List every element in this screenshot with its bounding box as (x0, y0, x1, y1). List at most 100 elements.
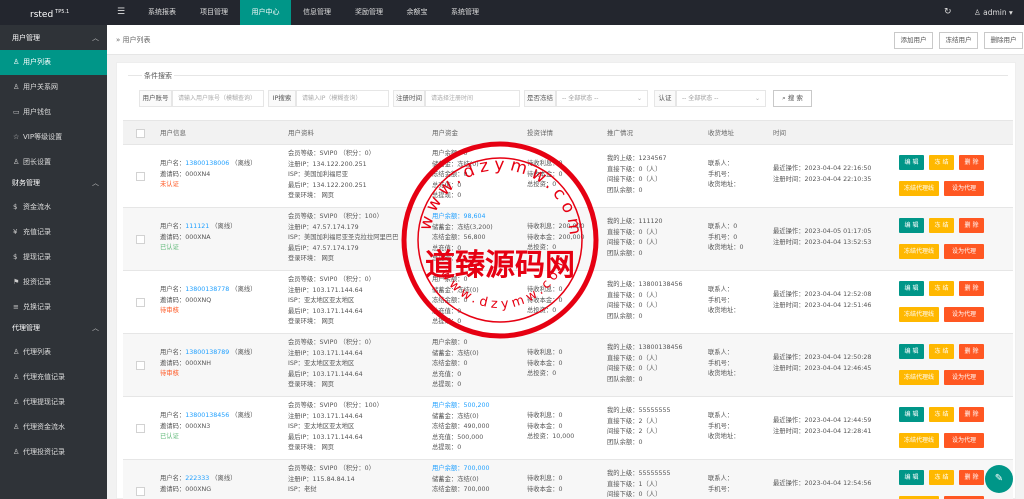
search-button[interactable]: ⌕ 搜 索 (773, 90, 812, 107)
delete-user-button[interactable]: 删除用户 (984, 32, 1023, 49)
nav-tab-reports[interactable]: 系统报表 (136, 0, 188, 25)
auth-status-badge: 已认证 (160, 244, 179, 251)
freeze-agent-button[interactable]: 冻结代理线 (899, 433, 939, 448)
menu-toggle-icon[interactable]: ☰ (117, 0, 125, 25)
edit-button[interactable]: 编 辑 (899, 470, 924, 485)
help-fab-button[interactable]: ✎ (985, 465, 1013, 493)
promo-cell-line: 间接下级：0（人） (607, 239, 662, 246)
profile-cell: 会员等级：SVIP0 （积分：100） 注册IP：47.57.174.179 ISP… (288, 212, 398, 265)
row-checkbox[interactable] (136, 361, 145, 370)
freeze-button[interactable]: 冻 结 (929, 344, 954, 359)
refresh-icon[interactable]: ↻ (944, 0, 952, 25)
user-name-link[interactable]: 13800138789 (185, 349, 229, 356)
nav-tab-rewards[interactable]: 奖励管理 (343, 0, 395, 25)
freeze-agent-button[interactable]: 冻结代理线 (899, 244, 939, 259)
profile-cell-line: ISP：亚太地区亚太地区 (288, 360, 355, 367)
funds-cell-line: 总提现：0 (432, 255, 462, 262)
sidebar-item-label: 提现记录 (23, 253, 51, 261)
edit-button[interactable]: 编 辑 (899, 281, 924, 296)
nav-tab-yuebao[interactable]: 余额宝 (395, 0, 439, 25)
set-agent-button[interactable]: 设为代理 (944, 244, 984, 259)
row-checkbox[interactable] (136, 487, 145, 496)
freeze-button[interactable]: 冻 结 (929, 407, 954, 422)
sidebar-item-user-list[interactable]: ♙ 用户列表 (0, 50, 107, 75)
invite-code: 邀请码：000XN4 (160, 170, 211, 178)
delete-button[interactable]: 删 除 (959, 155, 984, 170)
sidebar-item-agent-flow[interactable]: ♙ 代理资金流水 (0, 415, 107, 440)
freeze-user-button[interactable]: 冻结用户 (939, 32, 978, 49)
profile-cell-line: 最后IP：103.171.144.64 (288, 433, 363, 441)
brand-logo[interactable]: rsted TP5.1 (0, 0, 107, 25)
edit-button[interactable]: 编 辑 (899, 407, 924, 422)
user-name-link[interactable]: 222333 (185, 475, 209, 482)
user-name-link[interactable]: 13800138778 (185, 286, 229, 293)
edit-button[interactable]: 编 辑 (899, 155, 924, 170)
delete-button[interactable]: 删 除 (959, 407, 984, 422)
user-name-link[interactable]: 13800138456 (185, 412, 229, 419)
nav-tab-projects[interactable]: 项目管理 (188, 0, 240, 25)
auth-select[interactable]: -- 全部状态 -- ⌄ (676, 90, 766, 107)
time-cell-line: 注册时间：2023-04-04 12:28:41 (773, 427, 872, 435)
ip-input[interactable]: 请输入IP（模糊查询） (296, 90, 389, 107)
user-name-link[interactable]: 13800138006 (185, 160, 229, 167)
sidebar-item-agent-list[interactable]: ♙ 代理列表 (0, 340, 107, 365)
freeze-button[interactable]: 冻 结 (929, 155, 954, 170)
online-status: （离线） (231, 412, 257, 419)
set-agent-button[interactable]: 设为代理 (944, 433, 984, 448)
edit-button[interactable]: 编 辑 (899, 344, 924, 359)
set-agent-button[interactable]: 设为代理 (944, 307, 984, 322)
row-checkbox[interactable] (136, 172, 145, 181)
freeze-button[interactable]: 冻 结 (929, 470, 954, 485)
funds-cell-line: 冻结金额：0 (432, 297, 468, 304)
row-checkbox[interactable] (136, 298, 145, 307)
set-agent-button[interactable]: 设为代理 (944, 370, 984, 385)
sidebar-item-recharge[interactable]: ¥ 充值记录 (0, 220, 107, 245)
address-cell: 联系人： 手机号： 收货地址： (708, 159, 739, 191)
sidebar-group-finance[interactable]: 财务管理 ︿ (0, 172, 107, 195)
reg-time-input[interactable]: 请选择注册时间 (425, 90, 520, 107)
sidebar-item-withdraw[interactable]: $ 提现记录 (0, 245, 107, 270)
funds-cell: 用户余额：98,604 储蓄金：冻结(3,200) 冻结金额：56,800 总充值：0… (432, 212, 493, 265)
sidebar-item-agent-withdraw[interactable]: ♙ 代理提现记录 (0, 390, 107, 415)
sidebar-group-user[interactable]: 用户管理 ︿ (0, 27, 107, 50)
user-menu[interactable]: ♙ admin ▾ (974, 0, 1013, 25)
sidebar-item-label: VIP等级设置 (23, 133, 63, 141)
freeze-button[interactable]: 冻 结 (929, 281, 954, 296)
user-name-link[interactable]: 111121 (185, 223, 209, 230)
sidebar-item-invest[interactable]: ⚑ 投资记录 (0, 270, 107, 295)
sidebar-item-wallet[interactable]: ▭ 用户钱包 (0, 100, 107, 125)
profile-cell-line: 会员等级：SVIP0 （积分：0） (288, 276, 375, 283)
invite-code: 邀请码：000XNA (160, 233, 211, 241)
row-checkbox[interactable] (136, 424, 145, 433)
address-cell: 联系人： 手机号： 收货地址： (708, 411, 739, 443)
nav-tab-info[interactable]: 信息管理 (291, 0, 343, 25)
row-checkbox[interactable] (136, 235, 145, 244)
profile-cell-line: ISP：亚太地区亚太地区 (288, 297, 355, 304)
freeze-agent-button[interactable]: 冻结代理线 (899, 370, 939, 385)
delete-button[interactable]: 删 除 (959, 470, 984, 485)
freeze-agent-button[interactable]: 冻结代理线 (899, 181, 939, 196)
sidebar-item-vip[interactable]: ☆ VIP等级设置 (0, 125, 107, 150)
sidebar-item-user-network[interactable]: ♙ 用户关系网 (0, 75, 107, 100)
nav-tab-system[interactable]: 系统管理 (439, 0, 491, 25)
funds-cell-line: 冻结金额：490,000 (432, 423, 490, 430)
time-cell: 最近操作：2023-04-04 12:54:56 (773, 479, 871, 490)
sidebar-item-agent-invest[interactable]: ♙ 代理投资记录 (0, 440, 107, 465)
set-agent-button[interactable]: 设为代理 (944, 181, 984, 196)
freeze-button[interactable]: 冻 结 (929, 218, 954, 233)
sidebar-item-agent-recharge[interactable]: ♙ 代理充值记录 (0, 365, 107, 390)
delete-button[interactable]: 删 除 (959, 218, 984, 233)
promo-cell-line: 我的上级：1234567 (607, 155, 667, 162)
sidebar-group-agent[interactable]: 代理管理 ︿ (0, 317, 107, 340)
delete-button[interactable]: 删 除 (959, 281, 984, 296)
delete-button[interactable]: 删 除 (959, 344, 984, 359)
add-user-button[interactable]: 添加用户 (894, 32, 933, 49)
account-input[interactable]: 请输入用户账号（模糊查询） (172, 90, 264, 107)
edit-button[interactable]: 编 辑 (899, 218, 924, 233)
sidebar-item-fund-flow[interactable]: $ 资金流水 (0, 195, 107, 220)
time-cell-line: 注册时间：2023-04-04 22:10:35 (773, 175, 872, 183)
freeze-agent-button[interactable]: 冻结代理线 (899, 307, 939, 322)
frozen-select[interactable]: -- 全部状态 -- ⌄ (556, 90, 648, 107)
nav-tab-user-center[interactable]: 用户中心 (240, 0, 291, 25)
select-all-checkbox[interactable] (136, 129, 145, 138)
